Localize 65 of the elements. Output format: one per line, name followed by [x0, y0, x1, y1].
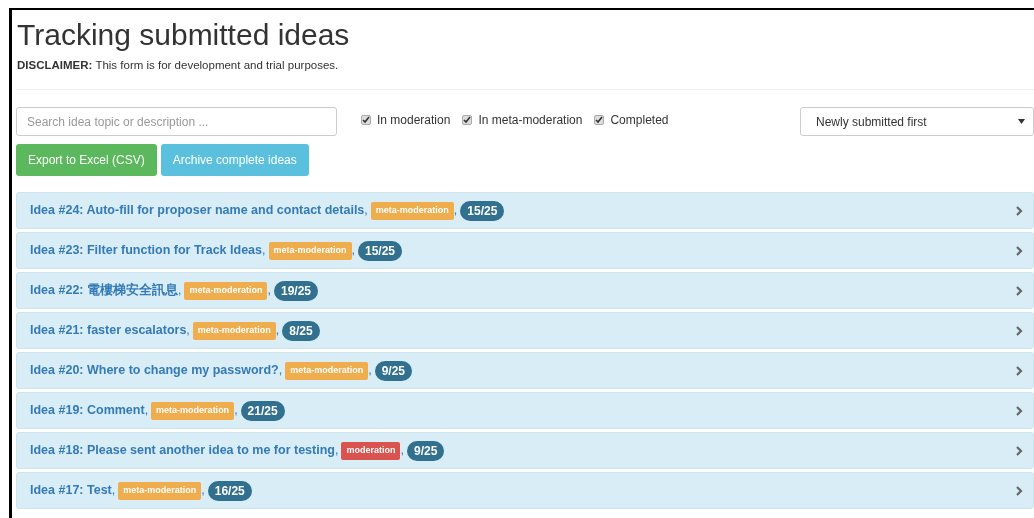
comma-separator: , [178, 282, 182, 300]
score-pill: 21/25 [240, 400, 285, 421]
idea-row[interactable]: Idea #23: Filter function for Track Ideas, meta-moderation , 15/25 [16, 232, 1034, 270]
score-pill: 19/25 [273, 280, 318, 301]
comma-separator: , [111, 482, 116, 500]
comma-separator: , [262, 242, 266, 260]
idea-title: Idea #20: Where to change my password? [30, 362, 279, 380]
status-label: meta-moderation [118, 482, 202, 500]
score-pill: 15/25 [358, 240, 403, 261]
idea-row[interactable]: Idea #22: 電樓梯安全訊息, meta-moderation , 19/25 [16, 272, 1034, 310]
idea-row[interactable]: Idea #21: faster escalators, meta-moderation , 8/25 [16, 312, 1034, 350]
checkbox[interactable] [462, 115, 473, 126]
status-label: meta-moderation [184, 282, 268, 300]
checkbox[interactable] [594, 115, 605, 126]
status-label: meta-moderation [268, 242, 352, 260]
idea-row[interactable]: Idea #17: Test, meta-moderation , 16/25 [16, 472, 1034, 510]
checkbox[interactable] [361, 115, 371, 126]
comma-separator: , [351, 242, 355, 260]
comma-separator: , [275, 322, 280, 340]
chevron-right-icon [1016, 365, 1023, 376]
idea-row[interactable]: Idea #19: Comment, meta-moderation , 21/25 [16, 392, 1034, 430]
checkbox-label: Completed [610, 112, 669, 130]
idea-title: Idea #22: 電樓梯安全訊息 [30, 281, 178, 300]
status-label: meta-moderation [151, 402, 235, 420]
search-field[interactable]: Search idea topic or description ... [16, 107, 337, 137]
idea-row[interactable]: Idea #24: Auto-fill for proposer name and contact details, meta-moderation , 15/25 [16, 192, 1034, 230]
page-title: Tracking submitted ideas [17, 18, 351, 51]
sort-dropdown[interactable]: Newly submitted first [800, 107, 1034, 137]
comma-separator: , [267, 282, 271, 300]
status-label: meta-moderation [370, 202, 454, 220]
status-label: meta-moderation [192, 322, 276, 340]
score-pill: 9/25 [406, 440, 445, 461]
comma-separator: , [201, 482, 205, 500]
chevron-right-icon [1016, 205, 1023, 216]
chevron-right-icon [1016, 445, 1023, 456]
checkbox-label: In moderation [377, 112, 451, 130]
comma-separator: , [278, 362, 283, 380]
checkbox-label: In meta-moderation [478, 112, 583, 130]
status-label: moderation [341, 442, 401, 460]
disclaimer-text: DISCLAIMER: This form is for development and trial purposes. [17, 58, 340, 73]
score-pill: 16/25 [207, 480, 252, 501]
idea-row[interactable]: Idea #18: Please sent another idea to me for testing, moderation , 9/25 [16, 432, 1034, 470]
idea-title: Idea #23: Filter function for Track Ideas [30, 242, 262, 260]
comma-separator: , [453, 202, 458, 220]
comma-separator: , [364, 202, 368, 220]
comma-separator: , [334, 442, 339, 460]
chevron-right-icon [1016, 285, 1023, 296]
caret-icon [1018, 119, 1025, 125]
chevron-right-icon [1016, 245, 1023, 256]
comma-separator: , [144, 402, 149, 420]
idea-title: Idea #18: Please sent another idea to me for testing [30, 442, 335, 460]
chevron-right-icon [1016, 325, 1023, 336]
comma-separator: , [234, 402, 238, 420]
score-pill: 9/25 [374, 360, 413, 381]
chevron-right-icon [1016, 405, 1023, 416]
idea-title: Idea #19: Comment [30, 402, 145, 420]
score-pill: 8/25 [282, 320, 320, 341]
score-pill: 15/25 [460, 200, 505, 221]
chevron-right-icon [1016, 485, 1023, 496]
comma-separator: , [186, 322, 190, 340]
idea-row[interactable]: Idea #20: Where to change my password?, meta-moderation , 9/25 [16, 352, 1034, 390]
status-label: meta-moderation [285, 362, 369, 380]
idea-title: Idea #17: Test [30, 482, 112, 500]
comma-separator: , [368, 362, 372, 380]
comma-separator: , [400, 442, 404, 460]
